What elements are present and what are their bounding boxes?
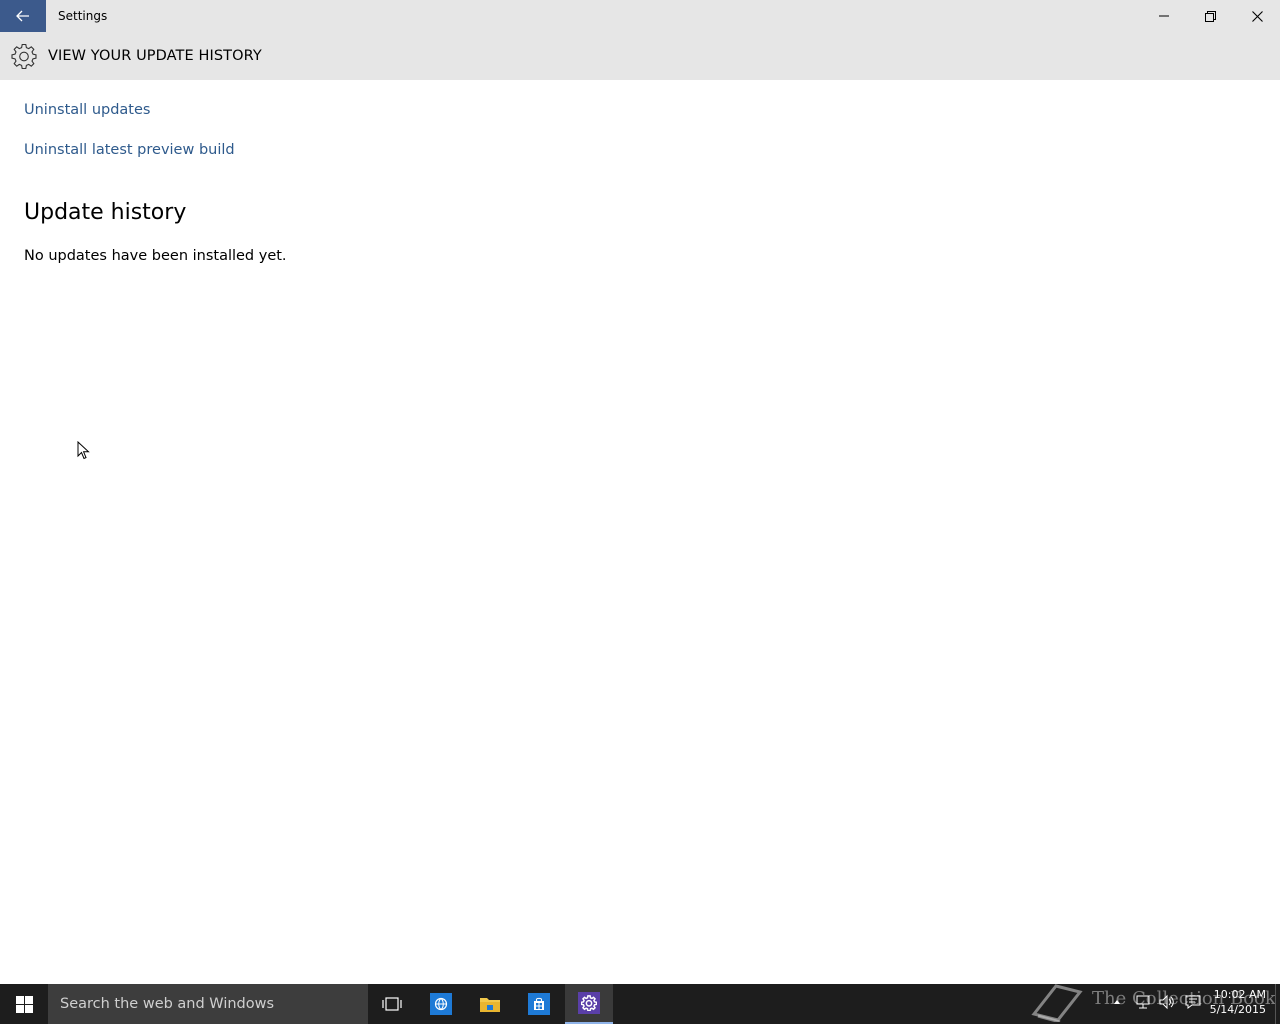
search-placeholder: Search the web and Windows [60,996,275,1012]
settings-icon [578,992,600,1014]
volume-icon[interactable] [1158,993,1176,1011]
edge-browser-icon [430,993,452,1015]
gear-icon [11,43,37,69]
chevron-up-icon[interactable] [1108,993,1126,1011]
task-view-icon [382,997,402,1011]
uninstall-preview-build-link[interactable]: Uninstall latest preview build [24,140,235,160]
clock-time: 10:02 AM [1213,988,1266,1001]
action-center-icon[interactable] [1184,993,1202,1011]
task-view-button[interactable] [368,984,416,1024]
back-arrow-icon [16,10,29,22]
clock-date: 5/14/2015 [1209,1003,1266,1016]
title-bar: Settings [0,0,1280,32]
network-icon[interactable] [1134,993,1152,1011]
uninstall-updates-link[interactable]: Uninstall updates [24,100,150,120]
store-icon [528,993,550,1015]
book-logo-icon [1031,984,1083,1022]
system-clock[interactable]: 10:02 AM 5/14/2015 [1210,987,1266,1017]
taskbar-store[interactable] [515,984,563,1024]
taskbar-file-explorer[interactable] [466,984,514,1024]
minimize-button[interactable] [1141,0,1187,32]
back-button[interactable] [0,0,46,32]
restore-button[interactable] [1187,0,1233,32]
close-button[interactable] [1234,0,1280,32]
windows-logo-icon [15,995,33,1013]
empty-history-message: No updates have been installed yet. [24,248,287,264]
page-header: VIEW YOUR UPDATE HISTORY [0,32,1280,80]
restore-icon [1204,10,1216,22]
mouse-cursor-icon [77,441,90,460]
start-button[interactable] [0,984,48,1024]
taskbar-settings[interactable] [565,984,613,1024]
window-title: Settings [58,9,108,23]
page-title: VIEW YOUR UPDATE HISTORY [48,48,262,64]
show-desktop-button[interactable] [1275,984,1280,1024]
close-icon [1251,10,1263,22]
search-box[interactable]: Search the web and Windows [48,984,368,1024]
section-heading: Update history [24,200,187,225]
minimize-icon [1159,15,1169,17]
taskbar-browser[interactable] [417,984,465,1024]
file-explorer-icon [479,993,501,1015]
